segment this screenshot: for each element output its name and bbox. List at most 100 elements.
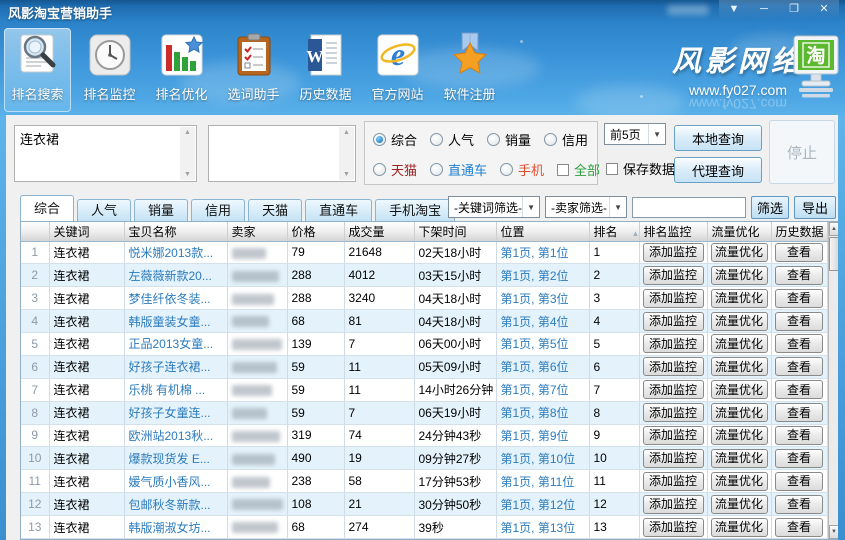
cell-product-link[interactable]: 韩版童装女童... (124, 310, 227, 333)
tab-ztc[interactable]: 直通车 (305, 199, 372, 221)
add-monitor-button[interactable]: 添加监控 (643, 266, 704, 285)
keyword-input-scrollbar[interactable]: ▲▼ (180, 127, 195, 180)
traffic-optimize-button[interactable]: 流量优化 (711, 312, 768, 331)
close-button[interactable]: ✕ (809, 0, 839, 19)
filter-button[interactable]: 筛选 (751, 196, 789, 219)
radio-channel-tmall[interactable]: 天猫 (373, 160, 417, 179)
view-history-button[interactable]: 查看 (775, 495, 823, 514)
add-monitor-button[interactable]: 添加监控 (643, 426, 704, 445)
sort-arrow-icon[interactable]: ▲ (632, 229, 639, 238)
exclude-input-scrollbar[interactable]: ▲▼ (339, 127, 354, 180)
toolbar-item-register[interactable]: 软件注册 (436, 28, 503, 112)
seller-filter-select[interactable]: -卖家筛选- ▼ (545, 196, 627, 218)
vertical-scrollbar[interactable]: ▲ ▼ (828, 222, 839, 539)
traffic-optimize-button[interactable]: 流量优化 (711, 243, 768, 262)
tab-sales[interactable]: 销量 (134, 199, 188, 221)
cell-product-link[interactable]: 好孩子连衣裙... (124, 355, 227, 378)
add-monitor-button[interactable]: 添加监控 (643, 312, 704, 331)
traffic-optimize-button[interactable]: 流量优化 (711, 518, 768, 537)
view-history-button[interactable]: 查看 (775, 243, 823, 262)
add-monitor-button[interactable]: 添加监控 (643, 380, 704, 399)
add-monitor-button[interactable]: 添加监控 (643, 518, 704, 537)
traffic-optimize-button[interactable]: 流量优化 (711, 266, 768, 285)
cell-product-link[interactable]: 左薇薇新款20... (124, 264, 227, 287)
radio-channel-ztc[interactable]: 直通车 (430, 160, 487, 179)
header-history[interactable]: 历史数据 (771, 222, 827, 241)
toolbar-item-rank-optimize[interactable]: 排名优化 (148, 28, 215, 112)
minimize-button[interactable]: ─ (749, 0, 779, 19)
checkbox-all[interactable]: 全部 (557, 160, 600, 179)
add-monitor-button[interactable]: 添加监控 (643, 495, 704, 514)
pages-select[interactable]: 前5页 ▼ (604, 123, 666, 145)
radio-sort-credit[interactable]: 信用 (544, 130, 588, 149)
header-product[interactable]: 宝贝名称 (124, 222, 227, 241)
taobao-monitor-icon[interactable]: 淘 (792, 34, 840, 104)
header-rank[interactable]: 排名▲ (589, 222, 639, 241)
local-query-button[interactable]: 本地查询 (674, 125, 762, 151)
add-monitor-button[interactable]: 添加监控 (643, 403, 704, 422)
radio-sort-sales[interactable]: 销量 (487, 130, 531, 149)
menu-arrow-button[interactable]: ▼ (719, 0, 749, 19)
tab-tmall[interactable]: 天猫 (248, 199, 302, 221)
header-keyword[interactable]: 关键词 (49, 222, 124, 241)
toolbar-item-rank-search[interactable]: 排名搜索 (4, 28, 71, 112)
view-history-button[interactable]: 查看 (775, 426, 823, 445)
view-history-button[interactable]: 查看 (775, 312, 823, 331)
traffic-optimize-button[interactable]: 流量优化 (711, 495, 768, 514)
cell-product-link[interactable]: 好孩子女童连... (124, 401, 227, 424)
view-history-button[interactable]: 查看 (775, 357, 823, 376)
cell-product-link[interactable]: 乐桃 有机棉 ... (124, 378, 227, 401)
header-price[interactable]: 价格 (287, 222, 344, 241)
exclude-input[interactable]: ▲▼ (208, 125, 356, 182)
scrollbar-up-icon[interactable]: ▲ (829, 222, 839, 236)
traffic-optimize-button[interactable]: 流量优化 (711, 357, 768, 376)
cell-product-link[interactable]: 媛气质小香风... (124, 470, 227, 493)
cell-product-link[interactable]: 欧洲站2013秋... (124, 424, 227, 447)
traffic-optimize-button[interactable]: 流量优化 (711, 380, 768, 399)
view-history-button[interactable]: 查看 (775, 289, 823, 308)
header-offtime[interactable]: 下架时间 (414, 222, 496, 241)
view-history-button[interactable]: 查看 (775, 380, 823, 399)
keyword-input[interactable]: 连衣裙 ▲▼ (14, 125, 197, 182)
radio-sort-composite[interactable]: 综合 (373, 130, 417, 149)
cell-product-link[interactable]: 爆款现货发 E... (124, 447, 227, 470)
header-volume[interactable]: 成交量 (344, 222, 414, 241)
scrollbar-thumb[interactable] (829, 237, 839, 271)
traffic-optimize-button[interactable]: 流量优化 (711, 289, 768, 308)
view-history-button[interactable]: 查看 (775, 266, 823, 285)
radio-sort-popularity[interactable]: 人气 (430, 130, 474, 149)
traffic-optimize-button[interactable]: 流量优化 (711, 472, 768, 491)
keyword-filter-select[interactable]: -关键词筛选- ▼ (448, 196, 540, 218)
add-monitor-button[interactable]: 添加监控 (643, 357, 704, 376)
proxy-query-button[interactable]: 代理查询 (674, 157, 762, 183)
toolbar-item-word-select[interactable]: 选词助手 (220, 28, 287, 112)
tab-popularity[interactable]: 人气 (77, 199, 131, 221)
cell-product-link[interactable]: 悦米娜2013款... (124, 241, 227, 264)
maximize-button[interactable]: ❐ (779, 0, 809, 19)
header-position[interactable]: 位置 (496, 222, 589, 241)
radio-channel-mobile[interactable]: 手机 (500, 160, 544, 179)
view-history-button[interactable]: 查看 (775, 334, 823, 353)
view-history-button[interactable]: 查看 (775, 449, 823, 468)
cell-product-link[interactable]: 梦佳纤依冬装... (124, 287, 227, 310)
cell-product-link[interactable]: 韩版潮淑女坊... (124, 516, 227, 539)
toolbar-item-history-data[interactable]: W 历史数据 (292, 28, 359, 112)
tab-composite[interactable]: 综合 (20, 195, 74, 221)
header-seller[interactable]: 卖家 (227, 222, 287, 241)
traffic-optimize-button[interactable]: 流量优化 (711, 449, 768, 468)
view-history-button[interactable]: 查看 (775, 518, 823, 537)
toolbar-item-rank-monitor[interactable]: 排名监控 (76, 28, 143, 112)
view-history-button[interactable]: 查看 (775, 472, 823, 491)
checkbox-save-data[interactable]: 保存数据 (606, 159, 675, 178)
scrollbar-track[interactable] (829, 272, 839, 525)
traffic-optimize-button[interactable]: 流量优化 (711, 334, 768, 353)
add-monitor-button[interactable]: 添加监控 (643, 334, 704, 353)
add-monitor-button[interactable]: 添加监控 (643, 472, 704, 491)
header-monitor[interactable]: 排名监控 (639, 222, 707, 241)
add-monitor-button[interactable]: 添加监控 (643, 289, 704, 308)
tab-credit[interactable]: 信用 (191, 199, 245, 221)
filter-text-input[interactable] (632, 197, 746, 218)
export-button[interactable]: 导出 (794, 196, 836, 219)
stop-button[interactable]: 停止 (769, 120, 835, 184)
cell-product-link[interactable]: 包邮秋冬新款... (124, 493, 227, 516)
